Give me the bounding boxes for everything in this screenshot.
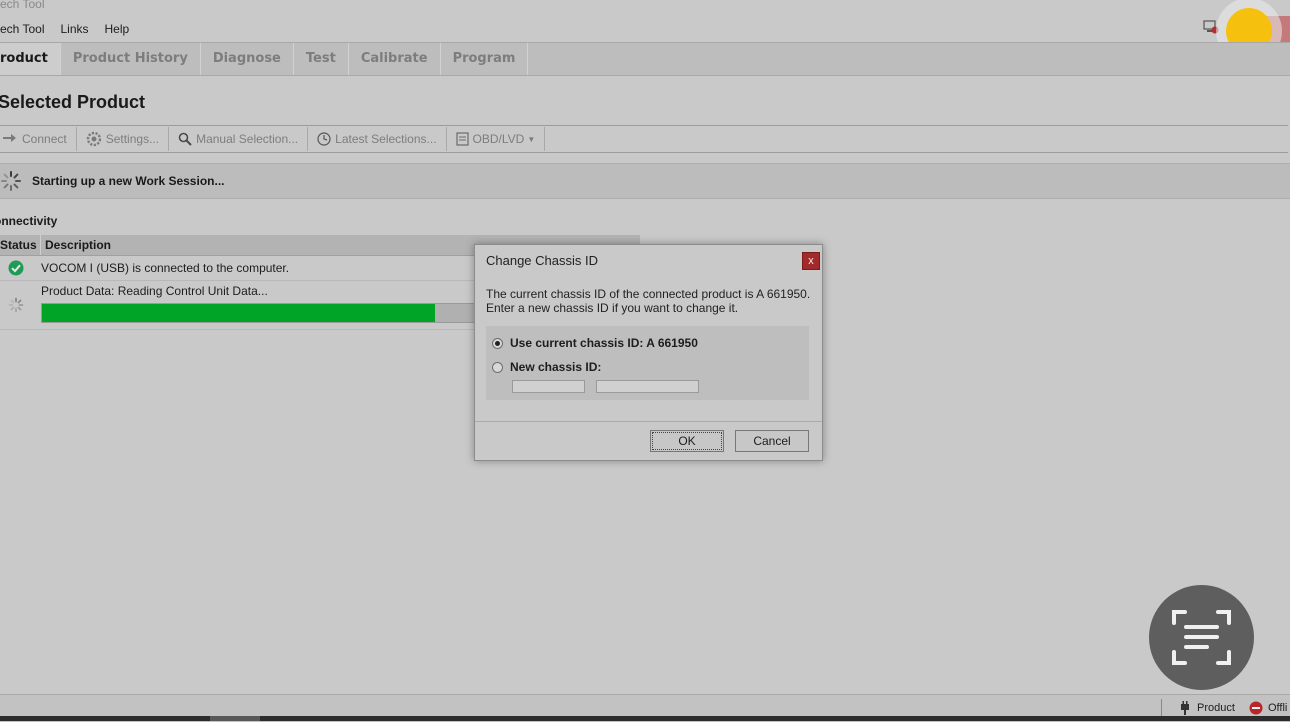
new-chassis-option[interactable]: New chassis ID: — [492, 360, 601, 374]
read-progress-bar — [41, 303, 475, 323]
settings-label: Settings... — [105, 132, 160, 146]
plug-icon — [1181, 701, 1189, 715]
scan-text-icon — [1172, 610, 1231, 665]
connect-label: Connect — [22, 132, 67, 146]
dialog-message-line2: Enter a new chassis ID if you want to ch… — [486, 301, 739, 315]
connectivity-title: onnectivity — [0, 214, 58, 228]
gear-icon — [86, 131, 101, 147]
search-icon — [178, 132, 192, 146]
document-icon — [455, 132, 469, 146]
tab-product[interactable]: roduct — [0, 43, 61, 75]
connect-button[interactable]: Connect — [0, 127, 77, 151]
tab-product-history[interactable]: Product History — [61, 43, 201, 75]
loading-spinner-icon — [1, 171, 21, 191]
chevron-down-icon: ▼ — [527, 134, 536, 144]
text-scan-button[interactable] — [1149, 585, 1254, 690]
product-toolbar: Connect Settings... Manual Selection... … — [0, 125, 1288, 153]
obd-lvd-label: OBD/LVD — [472, 132, 525, 146]
use-current-label: Use current chassis ID: A 661950 — [510, 336, 698, 350]
offline-status[interactable]: Offli — [1249, 701, 1287, 715]
product-status-label: Product — [1197, 702, 1235, 714]
use-current-option[interactable]: Use current chassis ID: A 661950 — [492, 336, 698, 350]
manual-selection-label: Manual Selection... — [196, 132, 299, 146]
check-circle-icon — [8, 260, 24, 276]
work-session-status: Starting up a new Work Session... — [0, 163, 1290, 199]
tab-calibrate[interactable]: Calibrate — [349, 43, 441, 75]
taskbar-strip — [0, 716, 1290, 721]
dialog-message: The current chassis ID of the connected … — [486, 287, 816, 315]
page-title: Selected Product — [0, 92, 146, 112]
status-text: Starting up a new Work Session... — [32, 174, 225, 188]
row-description: Product Data: Reading Control Unit Data.… — [41, 284, 268, 298]
latest-selections-button[interactable]: Latest Selections... — [308, 127, 447, 151]
change-chassis-id-dialog: Change Chassis ID x The current chassis … — [474, 244, 823, 461]
clock-icon — [317, 132, 331, 146]
use-current-radio[interactable] — [492, 337, 503, 349]
ok-button[interactable]: OK — [650, 430, 724, 452]
menu-bar: ech Tool Links Help — [0, 16, 137, 42]
menu-links[interactable]: Links — [52, 22, 96, 36]
no-entry-icon — [1249, 701, 1263, 715]
row-description: VOCOM I (USB) is connected to the comput… — [41, 261, 290, 275]
chassis-series-input[interactable] — [512, 380, 585, 393]
connect-icon — [3, 134, 16, 142]
loading-spinner-icon — [8, 297, 24, 313]
progress-fill — [42, 304, 436, 322]
chassis-number-input[interactable] — [596, 380, 699, 393]
tab-diagnose[interactable]: Diagnose — [201, 43, 294, 75]
dialog-footer: OK Cancel — [475, 421, 822, 461]
latest-selections-label: Latest Selections... — [335, 132, 437, 146]
obd-lvd-dropdown[interactable]: OBD/LVD ▼ — [447, 127, 546, 151]
new-chassis-radio[interactable] — [492, 361, 503, 373]
app-title: ech Tool — [0, 0, 45, 11]
cancel-button[interactable]: Cancel — [735, 430, 809, 452]
status-divider — [1161, 699, 1162, 717]
chassis-options: Use current chassis ID: A 661950 New cha… — [486, 326, 809, 400]
offline-status-label: Offli — [1268, 702, 1288, 714]
product-status[interactable]: Product — [1178, 701, 1235, 715]
manual-selection-button[interactable]: Manual Selection... — [169, 127, 309, 151]
column-description: Description — [45, 238, 112, 252]
tab-program[interactable]: Program — [441, 43, 529, 75]
menu-help[interactable]: Help — [97, 22, 138, 36]
dialog-message-line1: The current chassis ID of the connected … — [486, 287, 811, 301]
menu-tech-tool[interactable]: ech Tool — [0, 22, 52, 36]
main-tabs: roduct Product History Diagnose Test Cal… — [0, 42, 1290, 76]
column-status: Status — [0, 235, 41, 255]
dialog-close-button[interactable]: x — [802, 252, 820, 270]
tab-test[interactable]: Test — [294, 43, 349, 75]
settings-button[interactable]: Settings... — [77, 127, 170, 151]
new-chassis-label: New chassis ID: — [510, 360, 602, 374]
dialog-title: Change Chassis ID — [486, 253, 598, 268]
